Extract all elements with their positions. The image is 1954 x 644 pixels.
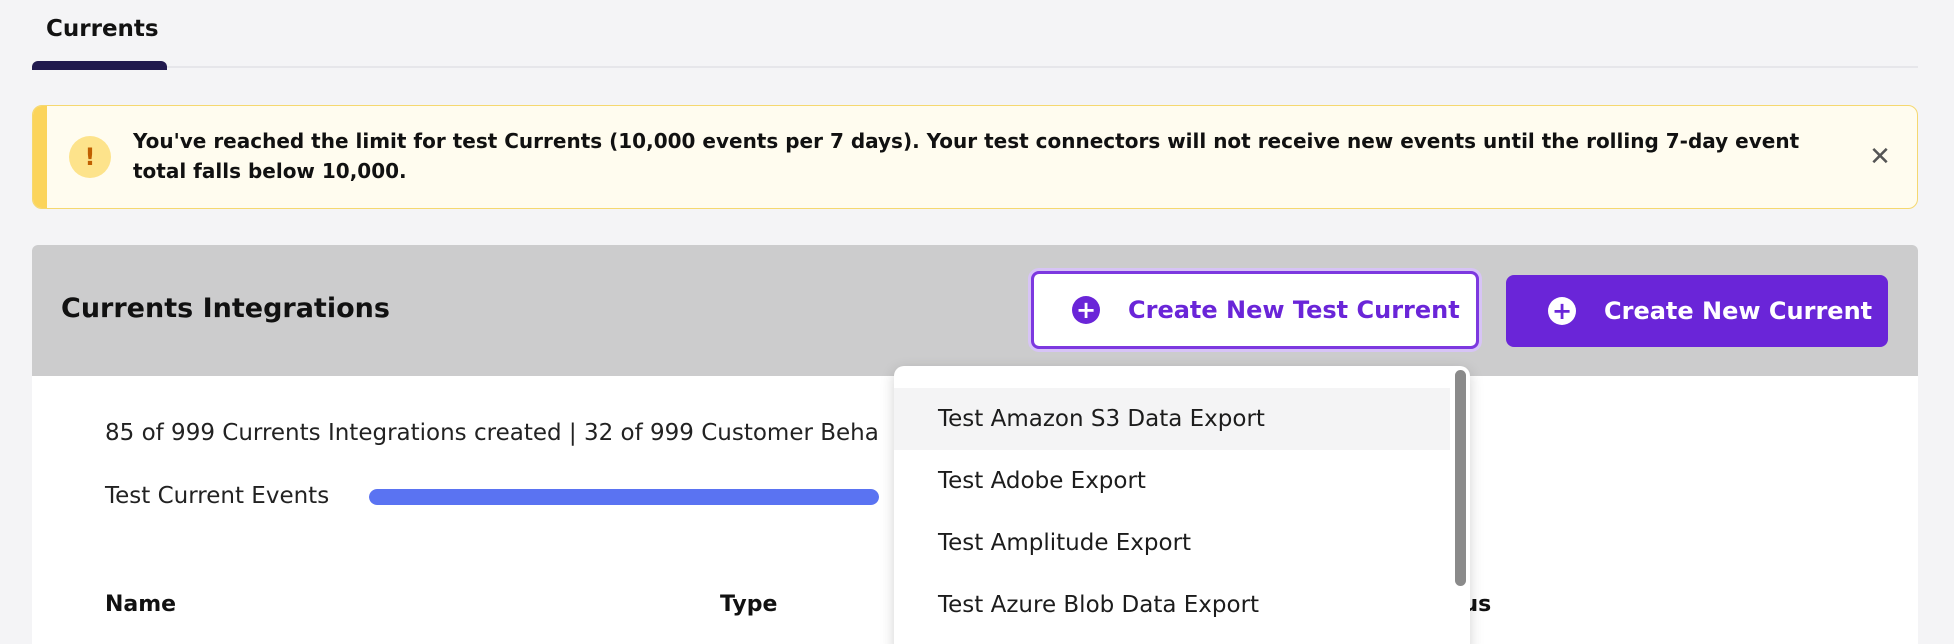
- card-header: Currents Integrations + Create New Test …: [32, 245, 1918, 376]
- dropdown-scrollbar[interactable]: [1455, 370, 1466, 586]
- column-header-type[interactable]: Type: [720, 592, 777, 617]
- limit-warning-banner: ! You've reached the limit for test Curr…: [32, 105, 1918, 209]
- create-button-label: Create New Current: [1604, 297, 1873, 325]
- test-events-progress-bar: [369, 489, 879, 505]
- create-new-current-button[interactable]: + Create New Current: [1506, 275, 1888, 347]
- integrations-count-text: 85 of 999 Currents Integrations created …: [105, 420, 879, 446]
- tab-currents-label: Currents: [46, 16, 159, 42]
- column-header-name[interactable]: Name: [105, 592, 176, 617]
- create-new-test-current-button[interactable]: + Create New Test Current: [1031, 271, 1479, 349]
- warning-icon: !: [69, 136, 111, 178]
- plus-circle-icon: +: [1072, 296, 1100, 324]
- tab-currents[interactable]: Currents: [32, 0, 167, 70]
- close-icon[interactable]: ✕: [1865, 142, 1895, 172]
- create-test-button-label: Create New Test Current: [1128, 296, 1460, 324]
- banner-accent-stripe: [33, 106, 47, 208]
- plus-circle-icon: +: [1548, 297, 1576, 325]
- dropdown-item[interactable]: Test Amplitude Export: [894, 512, 1450, 574]
- dropdown-item[interactable]: Test Adobe Export: [894, 450, 1450, 512]
- dropdown-item[interactable]: Test Azure Blob Data Export: [894, 574, 1450, 636]
- page-title: Currents Integrations: [61, 293, 390, 324]
- active-tab-indicator: [32, 61, 167, 70]
- tab-bar: Currents: [32, 0, 1918, 70]
- test-current-events-label: Test Current Events: [105, 483, 330, 509]
- progress-fill: [369, 489, 879, 505]
- dropdown-item[interactable]: Test Amazon S3 Data Export: [894, 388, 1450, 450]
- test-current-type-dropdown: Test Amazon S3 Data Export Test Adobe Ex…: [894, 366, 1470, 644]
- banner-message: You've reached the limit for test Curren…: [133, 129, 1800, 183]
